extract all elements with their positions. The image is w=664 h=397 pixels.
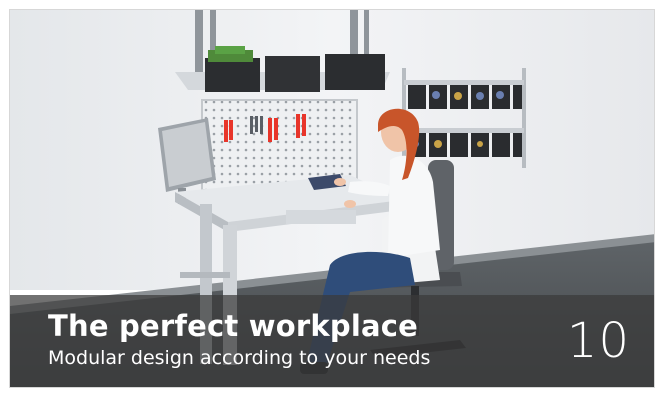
teaser-title: The perfect workplace bbox=[48, 309, 418, 343]
workplace-teaser-card[interactable]: The perfect workplace Modular design acc… bbox=[9, 9, 655, 388]
teaser-subtitle: Modular design according to your needs bbox=[48, 347, 431, 369]
caption-overlay: The perfect workplace Modular design acc… bbox=[10, 295, 654, 387]
teaser-count: 10 bbox=[566, 313, 630, 369]
